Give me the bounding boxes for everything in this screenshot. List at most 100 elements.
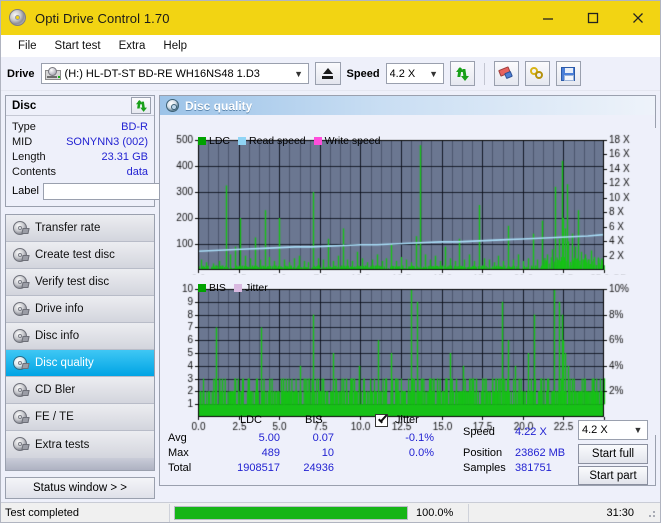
stats-col-bis: BIS — [305, 414, 323, 426]
ldc-chart-legend: LDC Read speed Write speed — [198, 135, 386, 147]
result-speed-select[interactable]: 4.2 X ▼ — [578, 420, 648, 440]
disc-panel-header: Disc — [6, 96, 154, 116]
legend-item-read-speed: Read speed — [238, 135, 306, 147]
start-full-label: Start full — [592, 448, 634, 460]
disc-row-key: Type — [12, 121, 36, 133]
stats-ldc-max: 489 — [240, 447, 280, 459]
disc-info-rows: Type BD-R MID SONYNN3 (002) Length 23.31… — [6, 116, 154, 206]
refresh-icon — [455, 66, 470, 81]
disc-refresh-button[interactable] — [131, 97, 151, 114]
disc-row-value: SONYNN3 (002) — [66, 136, 148, 148]
progress-percent: 100.0% — [412, 503, 468, 522]
save-icon — [561, 67, 575, 81]
app-disc-icon — [9, 9, 27, 27]
speed-label: Speed — [347, 68, 380, 80]
legend-swatch-read-speed — [238, 137, 246, 145]
legend-item-jitter: Jitter — [234, 282, 268, 294]
window-controls — [525, 1, 660, 35]
disc-row-value: 23.31 GB — [102, 151, 148, 163]
eject-icon — [322, 68, 333, 79]
sidebar-item-label: Disc quality — [35, 357, 94, 369]
status-bar: Test completed 100.0% 31:30 — [1, 502, 660, 522]
stats-area: LDC BIS Jitter Avg 5.00 0.07 -0.1% Max 4… — [160, 412, 655, 485]
start-part-label: Start part — [589, 470, 636, 482]
menu-extra[interactable]: Extra — [110, 38, 155, 54]
bis-chart-legend: BIS Jitter — [198, 282, 273, 294]
disc-icon — [13, 221, 28, 236]
sidebar-item-disc-quality[interactable]: Disc quality — [6, 350, 154, 377]
status-message: Test completed — [1, 503, 169, 522]
sidebar-item-extra-tests[interactable]: Extra tests — [6, 431, 154, 458]
status-window-button[interactable]: Status window > > — [5, 477, 155, 499]
chevron-down-icon: ▼ — [631, 425, 645, 435]
legend-swatch-jitter — [234, 284, 242, 292]
chevron-down-icon: ▼ — [292, 69, 306, 79]
status-divider — [169, 504, 170, 522]
disc-icon — [13, 410, 28, 425]
disc-row-length: Length 23.31 GB — [12, 149, 148, 164]
disc-quality-title: Disc quality — [185, 99, 252, 113]
menu-file[interactable]: File — [9, 38, 46, 54]
drive-select-value: (H:) HL-DT-ST BD-RE WH16NS48 1.D3 — [65, 68, 260, 80]
speed-select[interactable]: 4.2 X ▼ — [386, 63, 444, 84]
legend-label-bis: BIS — [209, 282, 226, 294]
stats-row-label-avg: Avg — [168, 432, 187, 444]
disc-row-value: data — [127, 166, 148, 178]
jitter-checkbox[interactable] — [375, 414, 388, 427]
refresh-button[interactable] — [450, 61, 475, 86]
close-icon[interactable] — [615, 1, 660, 35]
maximize-icon[interactable] — [570, 1, 615, 35]
sidebar-item-create-test-disc[interactable]: Create test disc — [6, 242, 154, 269]
resize-grip-icon[interactable] — [644, 506, 658, 520]
chevron-down-icon: ▼ — [427, 69, 441, 79]
sidebar-item-label: Extra tests — [35, 439, 89, 451]
controls-samples-value: 381751 — [515, 462, 552, 474]
legend-swatch-write-speed — [314, 137, 322, 145]
disc-quality-header: Disc quality — [160, 96, 655, 115]
disc-icon — [13, 329, 28, 344]
content-area: Disc quality LDC Read speed Write speed … — [159, 91, 660, 489]
minimize-icon[interactable] — [525, 1, 570, 35]
disc-panel: Disc Type BD-R MID SONYNN3 (002) Length … — [5, 95, 155, 207]
stats-ldc-total: 1908517 — [218, 462, 280, 474]
ldc-chart[interactable] — [160, 128, 656, 288]
keys-button[interactable] — [525, 61, 550, 86]
window-title: Opti Drive Control 1.70 — [35, 11, 170, 26]
sidebar-item-drive-info[interactable]: Drive info — [6, 296, 154, 323]
sidebar-item-label: Create test disc — [35, 249, 115, 261]
stats-jitter-avg: -0.1% — [390, 432, 434, 444]
sidebar-item-fe-te[interactable]: FE / TE — [6, 404, 154, 431]
save-button[interactable] — [556, 61, 581, 86]
disc-row-key: Contents — [12, 166, 56, 178]
start-part-button[interactable]: Start part — [578, 466, 648, 485]
disc-row-mid: MID SONYNN3 (002) — [12, 134, 148, 149]
menu-start-test[interactable]: Start test — [46, 38, 110, 54]
sidebar-nav-filler — [6, 458, 154, 470]
sidebar-item-verify-test-disc[interactable]: Verify test disc — [6, 269, 154, 296]
controls-speed-label: Speed — [463, 426, 495, 438]
menu-help[interactable]: Help — [154, 38, 196, 54]
disc-icon — [166, 99, 179, 112]
sidebar-item-label: Disc info — [35, 330, 79, 342]
legend-item-ldc: LDC — [198, 135, 230, 147]
disc-icon — [13, 275, 28, 290]
disc-row-type: Type BD-R — [12, 119, 148, 134]
drive-label: Drive — [7, 68, 35, 80]
erase-button[interactable] — [494, 61, 519, 86]
eject-button[interactable] — [315, 62, 341, 85]
sidebar-item-disc-info[interactable]: Disc info — [6, 323, 154, 350]
sidebar-item-transfer-rate[interactable]: Transfer rate — [6, 215, 154, 242]
bis-chart[interactable] — [160, 275, 656, 435]
eraser-icon — [498, 67, 514, 81]
stats-row-label-total: Total — [168, 462, 191, 474]
drive-select[interactable]: (H:) HL-DT-ST BD-RE WH16NS48 1.D3 ▼ — [41, 63, 309, 84]
controls-position-label: Position — [463, 447, 502, 459]
disc-icon — [13, 248, 28, 263]
start-full-button[interactable]: Start full — [578, 444, 648, 464]
disc-row-value: BD-R — [121, 121, 148, 133]
legend-label-write-speed: Write speed — [325, 135, 381, 147]
sidebar-item-cd-bler[interactable]: CD Bler — [6, 377, 154, 404]
disc-quality-panel: Disc quality LDC Read speed Write speed … — [159, 95, 656, 486]
sidebar-item-label: Transfer rate — [35, 222, 100, 234]
progress-fill — [175, 507, 407, 519]
